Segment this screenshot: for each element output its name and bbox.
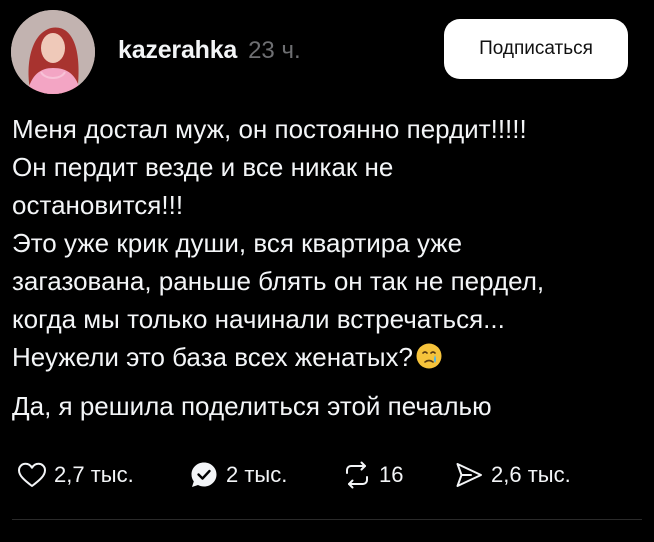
repost-button[interactable]: 16	[341, 458, 403, 492]
divider	[12, 519, 642, 520]
send-icon	[453, 459, 485, 491]
username[interactable]: kazerahka	[118, 36, 237, 64]
like-button[interactable]: 2,7 тыс.	[16, 458, 134, 492]
avatar[interactable]	[11, 10, 95, 94]
post-paragraph-1: Меня достал муж, он постоянно пердит!!!!…	[12, 110, 642, 380]
reply-count: 2 тыс.	[226, 462, 288, 487]
reply-button[interactable]: 2 тыс.	[188, 458, 287, 492]
speech-bubble-check-icon	[188, 459, 220, 491]
post-paragraph-2: Да, я решила поделиться этой печалью	[12, 391, 492, 421]
heart-icon	[16, 459, 48, 491]
post-paragraph-1-text: Меня достал муж, он постоянно пердит!!!!…	[12, 114, 545, 372]
share-count: 2,6 тыс.	[491, 462, 571, 487]
repost-count: 16	[379, 462, 404, 487]
like-count: 2,7 тыс.	[54, 462, 134, 487]
follow-button[interactable]: Подписаться	[444, 19, 628, 79]
post-header: kazerahka 23 ч.	[118, 33, 301, 68]
crying-face-icon	[415, 342, 443, 380]
share-button[interactable]: 2,6 тыс.	[453, 458, 571, 492]
post-time: 23 ч.	[248, 37, 301, 64]
action-bar: 2,7 тыс. 2 тыс. 16 2,6 тыс.	[16, 458, 646, 492]
post-text: Меня достал муж, он постоянно пердит!!!!…	[12, 110, 642, 425]
repost-icon	[341, 459, 373, 491]
